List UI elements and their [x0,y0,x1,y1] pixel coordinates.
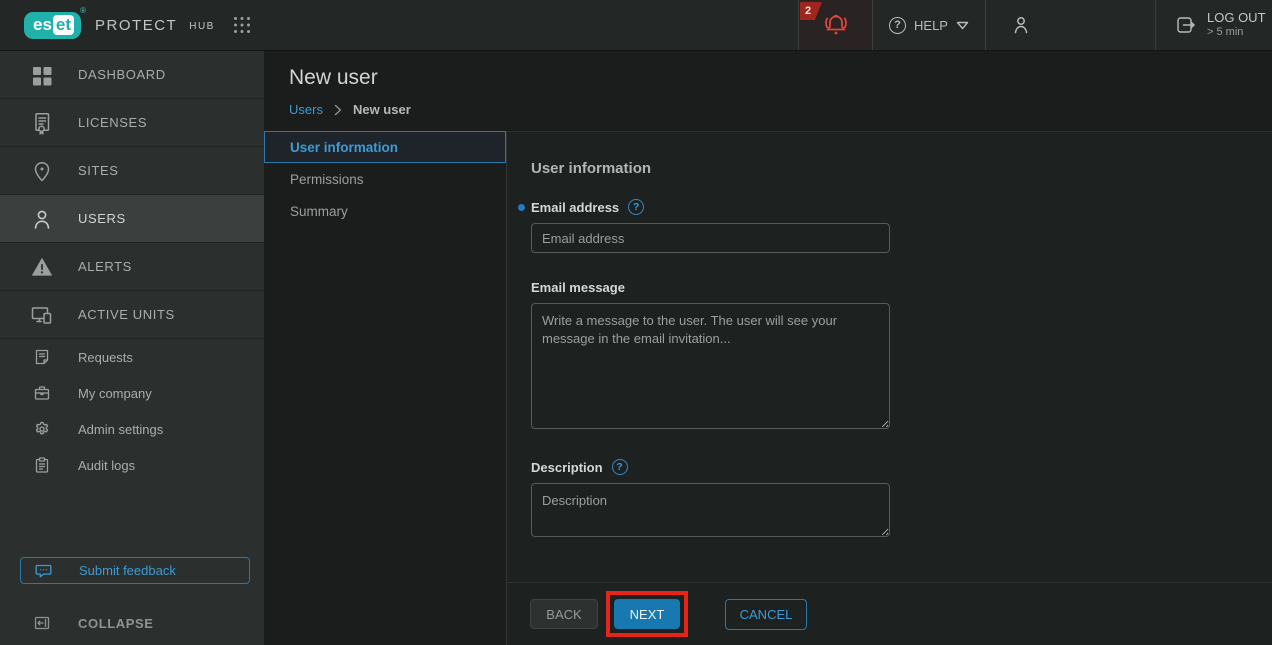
sidebar-item-label: Audit logs [78,458,135,473]
email-input[interactable] [531,223,890,253]
feedback-bubble-icon [35,563,52,579]
app-launcher-icon[interactable] [233,16,251,34]
sidebar-item-label: ALERTS [78,259,132,274]
tab-label: User information [290,140,398,155]
breadcrumb-current: New user [353,102,411,117]
page-header: New user Users New user [264,51,1272,131]
sidebar-item-admin-settings[interactable]: Admin settings [0,411,264,447]
form-panel: User information Email address ? Email m… [506,131,1272,645]
eset-logo-part2: et [53,15,74,35]
back-button[interactable]: BACK [530,599,598,629]
registered-mark: ® [80,7,86,15]
description-help-icon[interactable]: ? [612,459,628,475]
user-information-form: User information Email address ? Email m… [507,132,1272,582]
submit-feedback-button[interactable]: Submit feedback [20,557,250,584]
collapse-button[interactable]: COLLAPSE [0,611,264,635]
help-icon: ? [889,17,906,34]
brand: eset ® PROTECT HUB [0,0,264,50]
tab-label: Summary [290,204,348,219]
logout-icon [1175,14,1197,36]
logout-text: LOG OUT > 5 min [1207,10,1266,40]
clipboard-icon [34,457,50,473]
description-textarea[interactable] [531,483,890,537]
briefcase-icon [34,385,50,401]
sidebar-item-my-company[interactable]: My company [0,375,264,411]
licenses-icon [30,111,54,135]
logout-timer: > 5 min [1207,26,1266,40]
required-dot [518,204,525,211]
breadcrumb-users-link[interactable]: Users [289,102,323,117]
topbar-actions: 2 ? HELP [798,0,1272,50]
top-bar: eset ® PROTECT HUB 2 [0,0,1272,51]
map-pin-icon [30,159,54,183]
tab-user-information[interactable]: User information [264,131,506,163]
email-label-row: Email address ? [531,199,1272,215]
message-label-row: Email message [531,280,1272,295]
gear-icon [34,421,50,437]
user-icon [30,207,54,231]
product-name: PROTECT [95,17,177,34]
eset-logo: eset ® [24,12,81,39]
description-label-row: Description ? [531,459,1272,475]
request-note-icon [34,349,50,365]
email-label: Email address [531,200,619,215]
content-row: User information Permissions Summary Use… [264,131,1272,645]
dashboard-icon [30,63,54,87]
eset-logo-part1: es [33,16,52,33]
sidebar-item-label: My company [78,386,152,401]
breadcrumb: Users New user [289,102,411,117]
description-label: Description [531,460,603,475]
sidebar-item-label: LICENSES [78,115,147,130]
sidebar-item-label: Requests [78,350,133,365]
page-title: New user [289,66,378,90]
next-button-highlight: NEXT [606,591,688,637]
account-button[interactable] [985,0,1155,50]
notifications-button[interactable]: 2 [798,0,872,50]
tab-summary[interactable]: Summary [264,195,506,227]
email-help-icon[interactable]: ? [628,199,644,215]
submit-feedback-label: Submit feedback [79,563,176,578]
email-message-textarea[interactable] [531,303,890,429]
collapse-icon [34,615,50,631]
help-menu[interactable]: ? HELP [872,0,985,50]
tab-permissions[interactable]: Permissions [264,163,506,195]
sidebar-item-label: USERS [78,211,126,226]
person-icon [1010,13,1032,37]
sidebar-bottom: Submit feedback COLLAPSE [0,557,264,645]
wizard-footer: BACK NEXT CANCEL [507,582,1272,645]
breadcrumb-chevron-icon [333,104,343,116]
logout-label: LOG OUT [1207,10,1266,26]
sidebar-item-label: SITES [78,163,119,178]
cancel-button[interactable]: CANCEL [725,599,807,630]
sidebar-item-users[interactable]: USERS [0,195,264,243]
sidebar-item-alerts[interactable]: ALERTS [0,243,264,291]
bell-icon [819,8,853,42]
sidebar-item-dashboard[interactable]: DASHBOARD [0,51,264,99]
chevron-down-icon [956,21,969,30]
next-button[interactable]: NEXT [614,599,680,629]
logout-button[interactable]: LOG OUT > 5 min [1155,0,1272,50]
devices-icon [30,303,54,327]
main-content: New user Users New user User information… [264,51,1272,645]
sidebar-item-licenses[interactable]: LICENSES [0,99,264,147]
sidebar-item-active-units[interactable]: ACTIVE UNITS [0,291,264,339]
help-label: HELP [914,18,948,33]
sidebar-item-label: DASHBOARD [78,67,166,82]
wizard-steps: User information Permissions Summary [264,131,506,645]
sidebar-item-label: Admin settings [78,422,163,437]
form-heading: User information [531,160,1272,177]
collapse-label: COLLAPSE [78,616,154,631]
tab-label: Permissions [290,172,364,187]
sidebar-item-requests[interactable]: Requests [0,339,264,375]
sidebar-item-sites[interactable]: SITES [0,147,264,195]
sidebar: DASHBOARD LICENSES SITES U [0,51,264,645]
warning-triangle-icon [30,255,54,279]
product-suffix: HUB [189,21,215,32]
sidebar-item-label: ACTIVE UNITS [78,307,175,322]
message-label: Email message [531,280,625,295]
sidebar-item-audit-logs[interactable]: Audit logs [0,447,264,483]
